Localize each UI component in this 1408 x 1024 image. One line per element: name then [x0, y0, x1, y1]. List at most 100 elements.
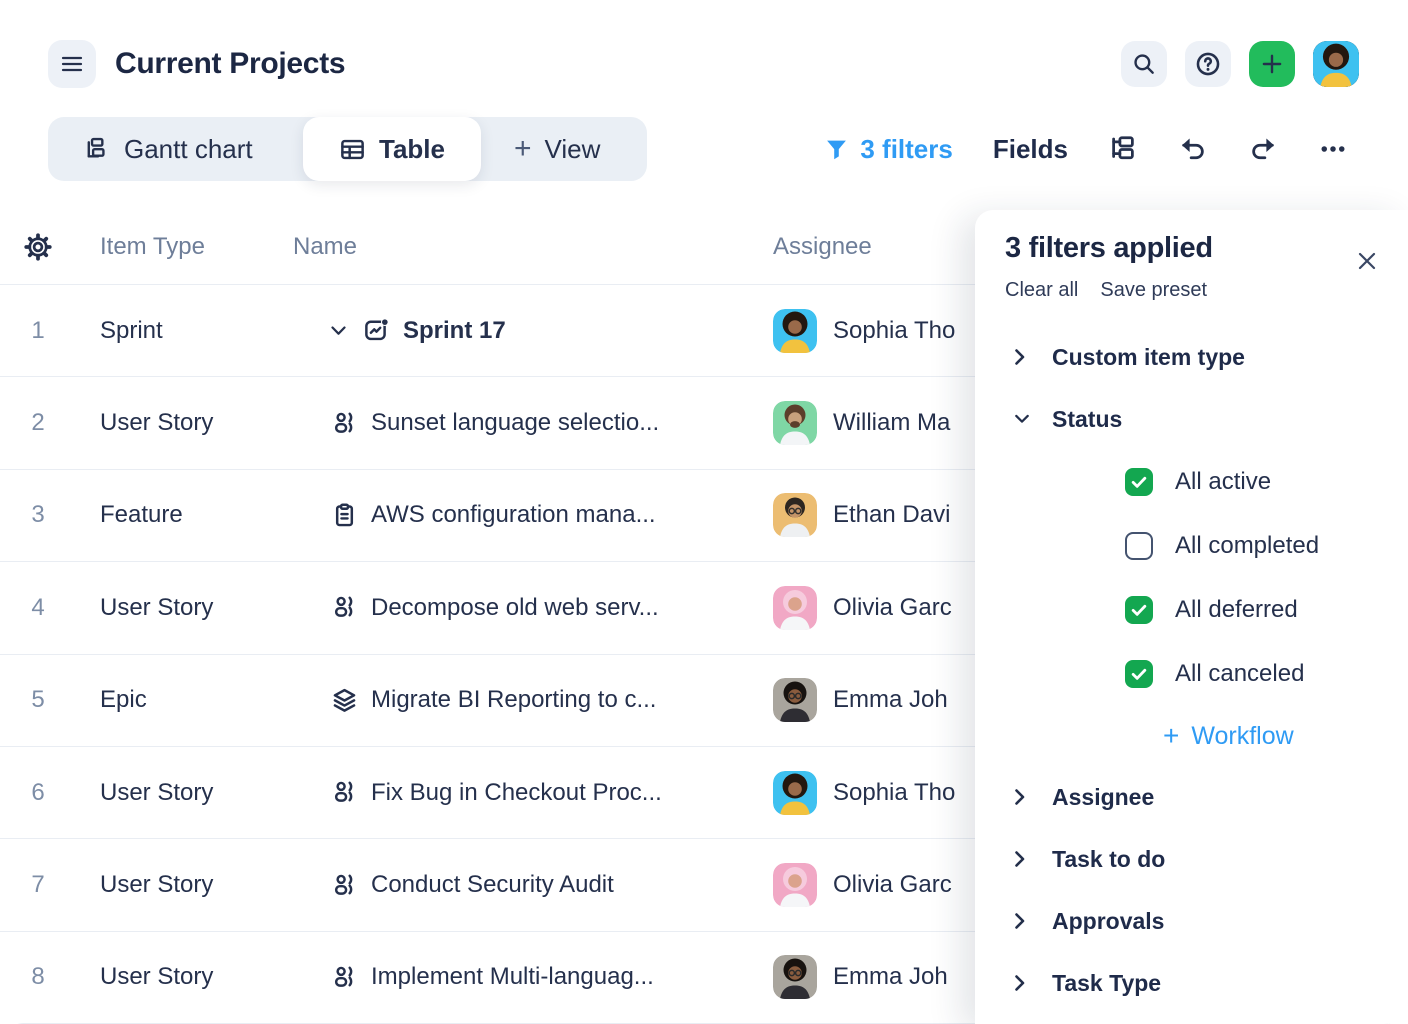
- assignee-name: Emma Joh: [833, 686, 948, 714]
- feature-icon: [331, 502, 358, 529]
- item-type-cell: User Story: [76, 594, 293, 622]
- column-header-item-type[interactable]: Item Type: [76, 233, 293, 261]
- filter-section-task-to-do[interactable]: Task to do: [1005, 828, 1380, 890]
- item-type-cell: User Story: [76, 871, 293, 899]
- assignee-name: Sophia Tho: [833, 317, 955, 345]
- plus-icon: [1259, 51, 1285, 77]
- collapse-structure-button[interactable]: [1108, 134, 1138, 164]
- name-cell[interactable]: AWS configuration mana...: [293, 501, 773, 529]
- fields-button[interactable]: Fields: [993, 134, 1068, 165]
- redo-button[interactable]: [1248, 134, 1278, 164]
- assignee-name: Olivia Garc: [833, 594, 952, 622]
- item-type-cell: User Story: [76, 963, 293, 991]
- filter-section-assignee[interactable]: Assignee: [1005, 766, 1380, 828]
- collapse-structure-icon: [1108, 134, 1138, 164]
- item-name: Migrate BI Reporting to c...: [371, 686, 656, 714]
- name-cell[interactable]: Sprint 17: [293, 317, 773, 345]
- tab-gantt-chart[interactable]: Gantt chart: [48, 134, 303, 165]
- item-type-cell: User Story: [76, 779, 293, 807]
- item-name: Sunset language selectio...: [371, 409, 659, 437]
- row-number: 5: [0, 686, 76, 714]
- plus-icon: +: [1163, 720, 1179, 752]
- chevron-right-icon: [1015, 913, 1029, 929]
- name-cell[interactable]: Conduct Security Audit: [293, 871, 773, 899]
- filter-section-custom-item-type[interactable]: Custom item type: [1005, 326, 1380, 388]
- filter-option-all-active: All active: [1005, 450, 1380, 514]
- chevron-down-icon: [1015, 414, 1029, 424]
- search-button[interactable]: [1121, 41, 1167, 87]
- column-settings-button[interactable]: [0, 232, 76, 262]
- gantt-icon: [85, 136, 111, 162]
- workflow-label: Workflow: [1191, 722, 1293, 751]
- checkbox[interactable]: [1125, 660, 1153, 688]
- user-story-icon: [331, 410, 358, 437]
- assignee-avatar: [773, 493, 817, 537]
- page-title: Current Projects: [115, 47, 345, 81]
- add-view-button[interactable]: + View: [481, 132, 600, 166]
- section-label: Task to do: [1052, 846, 1165, 873]
- name-cell[interactable]: Sunset language selectio...: [293, 409, 773, 437]
- tab-label: Gantt chart: [124, 134, 253, 165]
- close-icon: [1356, 250, 1378, 272]
- assignee-name: Olivia Garc: [833, 871, 952, 899]
- clear-all-link[interactable]: Clear all: [1005, 279, 1078, 302]
- filters-panel-title: 3 filters applied: [1005, 232, 1380, 265]
- filters-button[interactable]: 3 filters: [824, 134, 953, 165]
- checkbox-label: All deferred: [1175, 596, 1298, 624]
- item-type-cell: Sprint: [76, 317, 293, 345]
- view-switcher: Gantt chart Table + View: [48, 117, 647, 181]
- epic-icon: [331, 687, 358, 714]
- filters-panel: 3 filters applied Clear all Save preset …: [975, 210, 1408, 1024]
- tab-label: View: [545, 134, 601, 165]
- checkbox[interactable]: [1125, 532, 1153, 560]
- more-icon: [1318, 134, 1348, 164]
- filter-section-status[interactable]: Status: [1005, 388, 1380, 450]
- row-number: 2: [0, 409, 76, 437]
- row-number: 7: [0, 871, 76, 899]
- item-name: Fix Bug in Checkout Proc...: [371, 779, 662, 807]
- hamburger-icon: [60, 52, 84, 76]
- section-label: Approvals: [1052, 908, 1164, 935]
- search-icon: [1131, 51, 1157, 77]
- add-workflow-button[interactable]: + Workflow: [1005, 706, 1380, 766]
- name-cell[interactable]: Implement Multi-languag...: [293, 963, 773, 991]
- app-window: Current Projects: [0, 0, 1408, 1024]
- plus-icon: +: [514, 132, 532, 166]
- chevron-right-icon: [1015, 789, 1029, 805]
- chevron-right-icon: [1015, 851, 1029, 867]
- add-button[interactable]: [1249, 41, 1295, 87]
- hamburger-menu-button[interactable]: [48, 40, 96, 88]
- close-filters-button[interactable]: [1352, 246, 1382, 276]
- assignee-name: William Ma: [833, 409, 950, 437]
- chevron-down-icon[interactable]: [331, 326, 346, 336]
- save-preset-link[interactable]: Save preset: [1100, 279, 1207, 302]
- row-number: 8: [0, 963, 76, 991]
- checkbox[interactable]: [1125, 468, 1153, 496]
- sprint-icon: [363, 317, 390, 344]
- redo-icon: [1248, 134, 1278, 164]
- tab-table[interactable]: Table: [303, 117, 481, 181]
- filters-count-label: 3 filters: [860, 134, 953, 165]
- filter-section-task-type[interactable]: Task Type: [1005, 952, 1380, 1014]
- checkbox-label: All active: [1175, 468, 1271, 496]
- filter-option-all-completed: All completed: [1005, 514, 1380, 578]
- user-story-icon: [331, 964, 358, 991]
- row-number: 1: [0, 317, 76, 345]
- item-name: Decompose old web serv...: [371, 594, 659, 622]
- name-cell[interactable]: Decompose old web serv...: [293, 594, 773, 622]
- column-header-name[interactable]: Name: [293, 233, 773, 261]
- user-avatar[interactable]: [1313, 41, 1359, 87]
- name-cell[interactable]: Migrate BI Reporting to c...: [293, 686, 773, 714]
- more-button[interactable]: [1318, 134, 1348, 164]
- checkbox[interactable]: [1125, 596, 1153, 624]
- assignee-name: Ethan Davi: [833, 501, 950, 529]
- row-number: 3: [0, 501, 76, 529]
- name-cell[interactable]: Fix Bug in Checkout Proc...: [293, 779, 773, 807]
- undo-button[interactable]: [1178, 134, 1208, 164]
- filter-section-approvals[interactable]: Approvals: [1005, 890, 1380, 952]
- undo-icon: [1178, 134, 1208, 164]
- chevron-right-icon: [1015, 349, 1029, 365]
- help-button[interactable]: [1185, 41, 1231, 87]
- user-story-icon: [331, 594, 358, 621]
- assignee-avatar: [773, 401, 817, 445]
